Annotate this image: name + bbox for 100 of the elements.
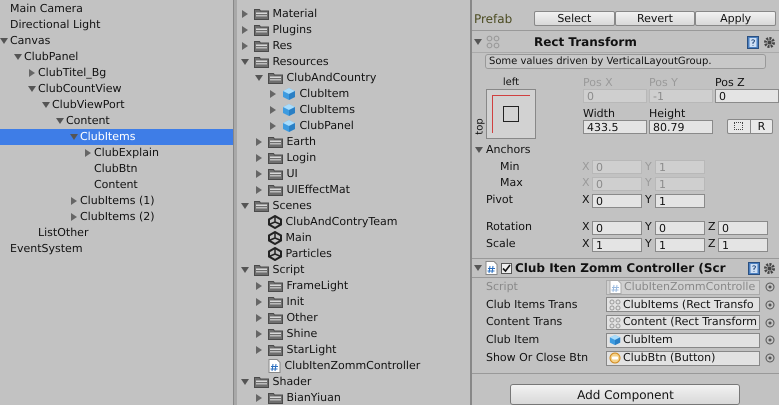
project-item[interactable]: Shader xyxy=(238,374,470,390)
object-picker-icon[interactable] xyxy=(765,335,775,346)
cube-icon xyxy=(282,87,296,101)
anchors-foldout[interactable]: Anchors xyxy=(472,142,779,159)
object-field[interactable]: Content (Rect Transform xyxy=(606,315,760,330)
anchor-preset-button[interactable] xyxy=(486,88,536,139)
project-item[interactable]: Resources xyxy=(238,54,470,70)
hierarchy-item[interactable]: ClubBtn xyxy=(0,161,234,177)
object-field[interactable]: ClubItems (Rect Transfo xyxy=(606,297,760,312)
number-field[interactable]: 0 xyxy=(714,88,779,103)
prefab-button[interactable]: Select xyxy=(534,11,615,26)
help-book-icon[interactable] xyxy=(747,36,759,49)
project-item[interactable]: Plugins xyxy=(238,22,470,38)
raw-edit-button[interactable]: R xyxy=(750,118,773,134)
object-field[interactable]: ClubBtn (Button) xyxy=(606,350,760,366)
object-picker-icon[interactable] xyxy=(765,300,775,310)
checkmark-icon xyxy=(502,264,511,273)
number-field[interactable]: 1 xyxy=(654,238,705,252)
hierarchy-item[interactable]: Content xyxy=(0,177,234,193)
component-header[interactable]: Club Iten Zomm Controller (Scr xyxy=(472,258,779,278)
number-field[interactable]: 0 xyxy=(592,194,642,208)
hierarchy-item[interactable]: ClubCountView xyxy=(0,81,234,97)
hierarchy-item[interactable]: ClubExplain xyxy=(0,145,234,161)
property-label: Rotation xyxy=(484,219,533,236)
number-field[interactable]: 1 xyxy=(718,238,768,252)
blueprint-mode-button[interactable] xyxy=(726,118,751,134)
project-item[interactable]: UIEffectMat xyxy=(238,182,470,198)
expanded-arrow-icon[interactable] xyxy=(474,38,482,46)
collapsed-arrow-icon[interactable] xyxy=(84,149,92,157)
hierarchy-item[interactable]: Main Camera xyxy=(0,1,234,17)
project-item[interactable]: BianYiuan xyxy=(238,390,470,405)
hierarchy-item[interactable]: Canvas xyxy=(0,33,234,49)
number-field[interactable]: 0 xyxy=(592,220,642,235)
hierarchy-item[interactable]: EventSystem xyxy=(0,241,234,257)
number-field[interactable]: 0 xyxy=(654,220,705,235)
hierarchy-item[interactable]: Content xyxy=(0,113,234,129)
property-label: Max xyxy=(498,175,524,192)
help-book-icon[interactable] xyxy=(748,262,760,275)
script-file-icon xyxy=(484,261,498,276)
project-item[interactable]: ClubItems xyxy=(238,102,470,118)
hierarchy-item[interactable]: ClubItems xyxy=(0,129,234,145)
project-item[interactable]: ClubAndContryTeam xyxy=(238,214,470,230)
number-field[interactable]: 1 xyxy=(654,194,705,208)
project-item[interactable]: Res xyxy=(238,38,470,54)
expanded-arrow-icon[interactable] xyxy=(474,146,483,154)
project-item[interactable]: Shine xyxy=(238,326,470,342)
rect-transform-icon xyxy=(608,316,621,329)
project-item[interactable]: Init xyxy=(238,294,470,310)
hierarchy-item[interactable]: ClubItems (2) xyxy=(0,209,234,225)
project-item[interactable]: Main xyxy=(238,230,470,246)
axis-label: Y xyxy=(644,192,653,208)
project-item[interactable]: ClubItenZommController xyxy=(238,358,470,374)
component-header[interactable]: Rect Transform xyxy=(472,33,779,53)
folder-icon xyxy=(254,200,270,212)
number-field[interactable]: 433.5 xyxy=(582,120,647,134)
project-item[interactable]: FrameLight xyxy=(238,278,470,294)
project-item[interactable]: Other xyxy=(238,310,470,326)
object-picker-icon[interactable] xyxy=(765,353,775,364)
hierarchy-item[interactable]: ClubPanel xyxy=(0,49,234,65)
cube-icon xyxy=(608,334,621,346)
prefab-button[interactable]: Apply xyxy=(695,11,776,26)
collapsed-arrow-icon[interactable] xyxy=(255,394,264,402)
object-picker-icon[interactable] xyxy=(765,318,775,328)
number-field[interactable]: 1 xyxy=(592,238,642,252)
expanded-arrow-icon[interactable] xyxy=(241,202,250,210)
settings-icon[interactable] xyxy=(763,262,776,275)
project-item[interactable]: Script xyxy=(238,262,470,278)
project-item[interactable]: Particles xyxy=(238,246,470,262)
expanded-arrow-icon[interactable] xyxy=(474,264,482,272)
hierarchy-item[interactable]: ClubViewPort xyxy=(0,97,234,113)
number-field[interactable]: 0 xyxy=(718,220,768,235)
folder-icon xyxy=(268,344,284,356)
prefab-label: Prefab xyxy=(474,10,514,28)
project-item[interactable]: Material xyxy=(238,6,470,22)
object-picker-icon[interactable] xyxy=(765,282,775,292)
project-item[interactable]: Scenes xyxy=(238,198,470,214)
project-item[interactable]: StarLight xyxy=(238,342,470,358)
property-label: Scale xyxy=(484,236,517,252)
add-component-button[interactable]: Add Component xyxy=(510,384,740,405)
project-item[interactable]: Earth xyxy=(238,134,470,150)
hierarchy-item[interactable]: ClubItems (1) xyxy=(0,193,234,209)
number-field[interactable]: 80.79 xyxy=(648,120,713,134)
project-item[interactable]: ClubItem xyxy=(238,86,470,102)
script-file-icon xyxy=(608,280,622,294)
expanded-arrow-icon[interactable] xyxy=(241,378,250,386)
project-item[interactable]: ClubAndCountry xyxy=(238,70,470,86)
project-item[interactable]: Login xyxy=(238,150,470,166)
prefab-button[interactable]: Revert xyxy=(614,11,696,26)
hierarchy-item[interactable]: Directional Light xyxy=(0,17,234,33)
collapsed-arrow-icon[interactable] xyxy=(28,69,36,77)
hierarchy-item[interactable]: ListOther xyxy=(0,225,234,241)
expanded-arrow-icon[interactable] xyxy=(241,266,250,274)
object-field[interactable]: ClubItem xyxy=(606,332,760,348)
settings-icon[interactable] xyxy=(763,36,776,49)
hierarchy-item[interactable]: ClubTitel_Bg xyxy=(0,65,234,81)
project-item[interactable]: UI xyxy=(238,166,470,182)
rect-transform-icon xyxy=(608,298,621,311)
field-label: Width xyxy=(582,106,616,119)
project-item[interactable]: ClubPanel xyxy=(238,118,470,134)
enabled-checkbox[interactable] xyxy=(500,262,512,274)
